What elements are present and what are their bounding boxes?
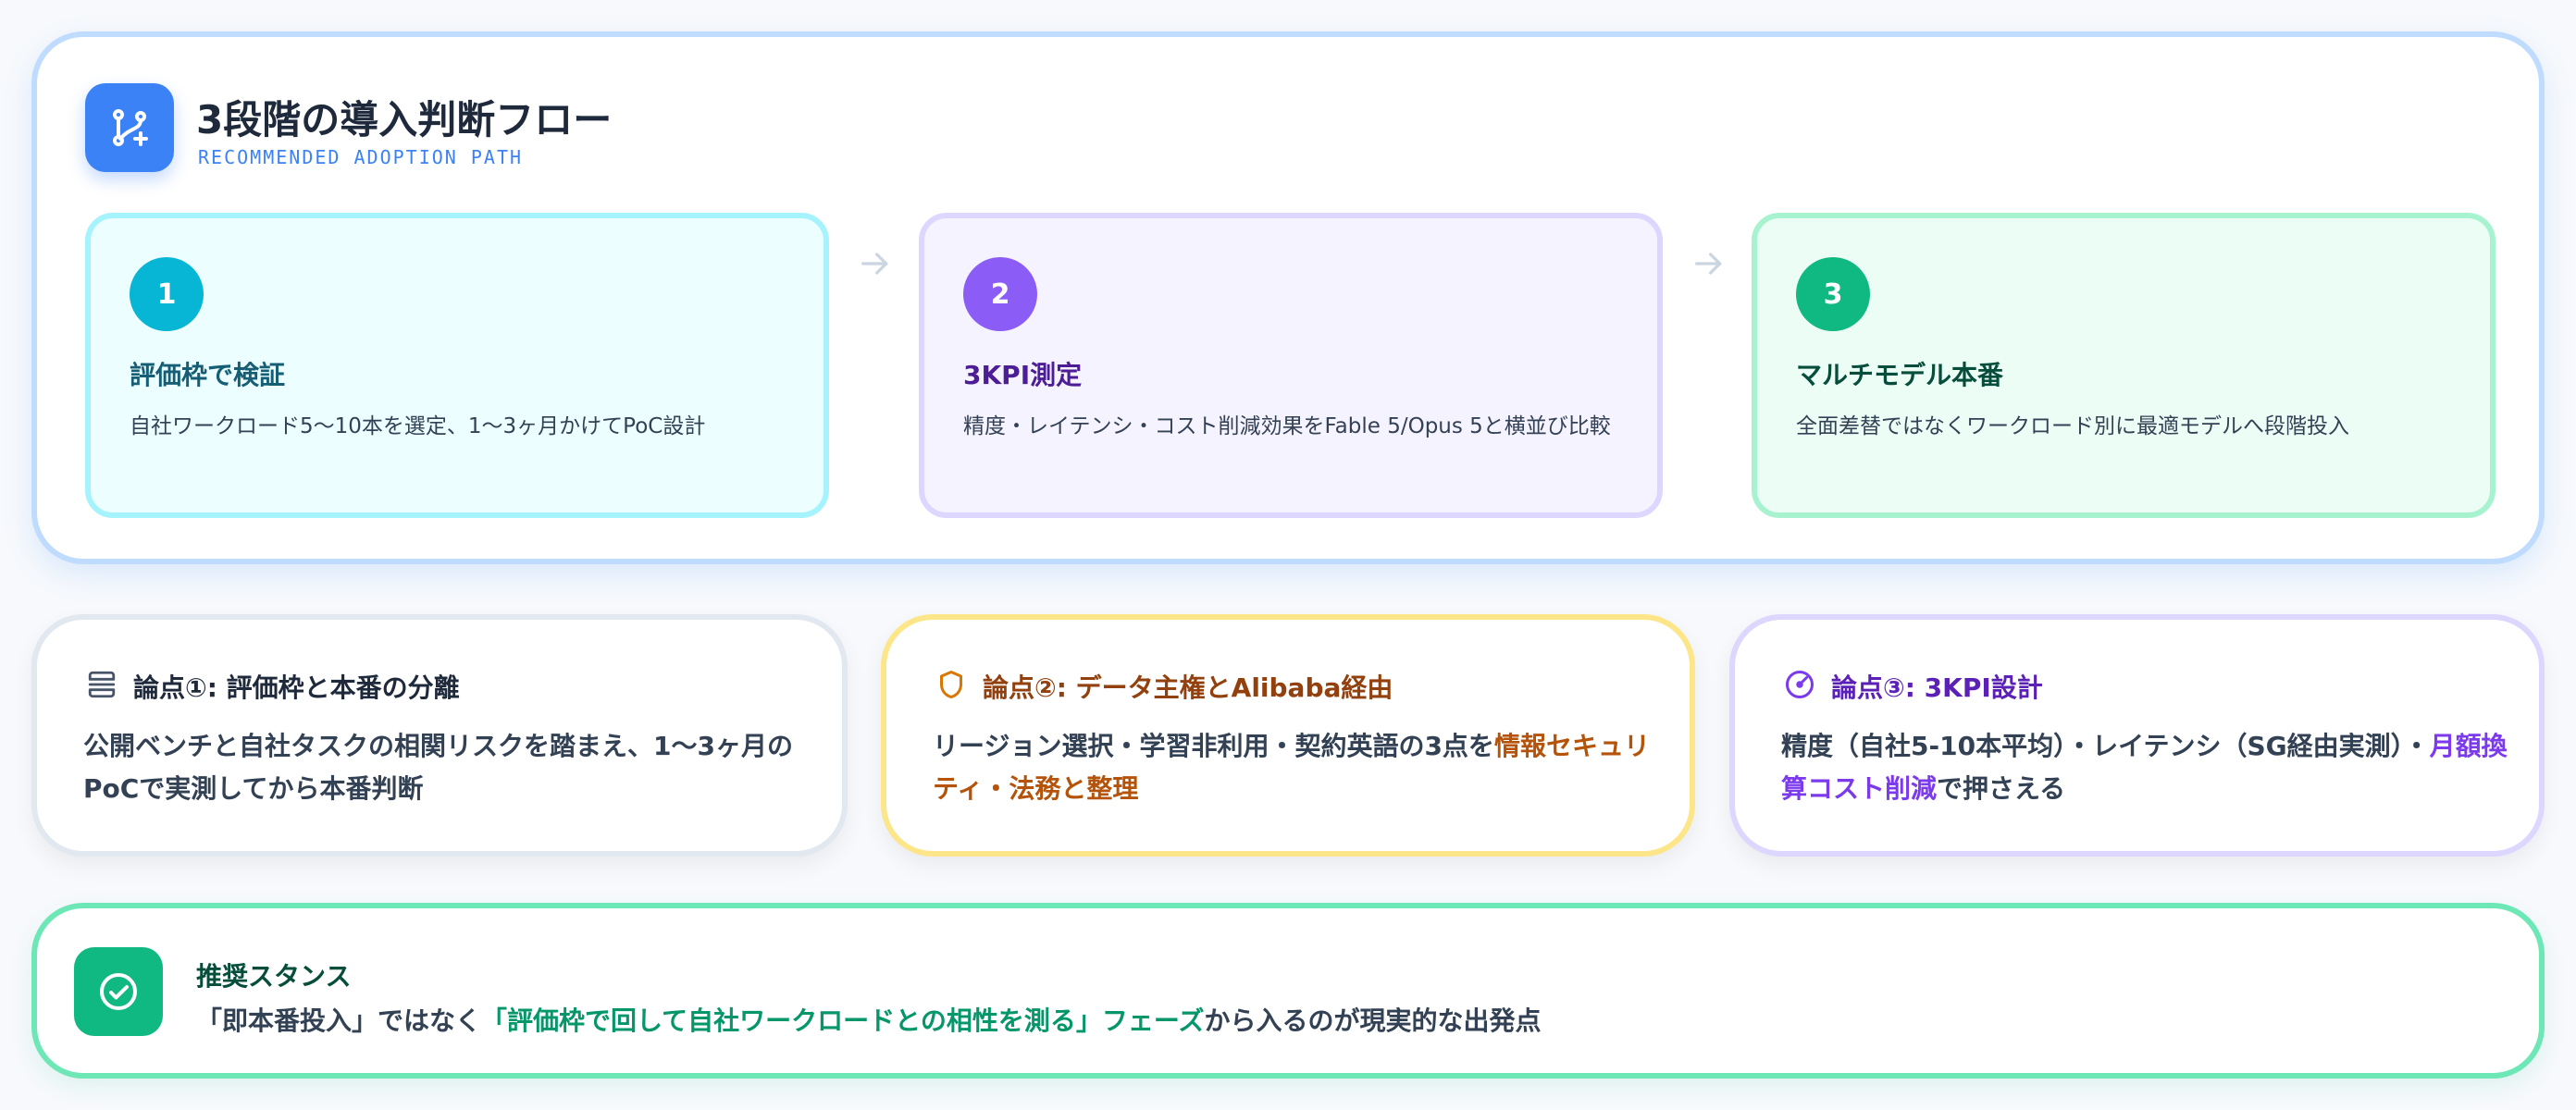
step-title: 3KPI測定	[963, 360, 1083, 390]
point-title: 論点②: データ主権とAlibaba経由	[983, 672, 1393, 703]
step-card-3: 3 マルチモデル本番 全面差替ではなくワークロード別に最適モデルへ段階投入	[1752, 213, 2496, 518]
step-description: 全面差替ではなくワークロード別に最適モデルへ段階投入	[1796, 414, 2349, 438]
point-card-2: 論点②: データ主権とAlibaba経由 リージョン選択・学習非利用・契約英語の…	[881, 614, 1695, 857]
check-circle-icon	[74, 947, 163, 1036]
recommendation-highlight: 「評価枠で回して自社ワークロードとの相性を測る」フェーズ	[481, 1005, 1205, 1036]
point-body: 精度（自社5-10本平均）・レイテンシ（SG経由実測）・月額換算コスト削減で押さ…	[1781, 731, 2508, 804]
recommendation-card: 推奨スタンス 「即本番投入」ではなく「評価枠で回して自社ワークロードとの相性を測…	[31, 903, 2545, 1079]
step-description: 精度・レイテンシ・コスト削減効果をFable 5/Opus 5と横並び比較	[963, 414, 1611, 438]
step-description: 自社ワークロード5〜10本を選定、1〜3ヶ月かけてPoC設計	[130, 414, 706, 438]
step-title: 評価枠で検証	[130, 360, 286, 390]
point-title: 論点③: 3KPI設計	[1831, 672, 2043, 703]
recommendation-title: 推奨スタンス	[196, 961, 352, 992]
step-number-badge: 1	[130, 257, 204, 331]
step-number-badge: 3	[1796, 257, 1870, 331]
arrow-right-icon	[1681, 240, 1737, 287]
flow-title: 3段階の導入判断フロー	[196, 97, 613, 142]
flow-subtitle: RECOMMENDED ADOPTION PATH	[198, 146, 524, 168]
adoption-flow-card: 3段階の導入判断フロー RECOMMENDED ADOPTION PATH 1 …	[31, 31, 2545, 564]
step-number-badge: 2	[963, 257, 1037, 331]
step-card-1: 1 評価枠で検証 自社ワークロード5〜10本を選定、1〜3ヶ月かけてPoC設計	[85, 213, 829, 518]
step-title: マルチモデル本番	[1796, 360, 2004, 390]
step-card-2: 2 3KPI測定 精度・レイテンシ・コスト削減効果をFable 5/Opus 5…	[919, 213, 1663, 518]
git-branch-plus-icon	[85, 83, 174, 172]
point-card-3: 論点③: 3KPI設計 精度（自社5-10本平均）・レイテンシ（SG経由実測）・…	[1729, 614, 2545, 857]
point-body: リージョン選択・学習非利用・契約英語の3点を情報セキュリティ・法務と整理	[933, 731, 1650, 804]
point-card-1: 論点①: 評価枠と本番の分離 公開ベンチと自社タスクの相関リスクを踏まえ、1〜3…	[31, 614, 848, 857]
recommendation-body: 「即本番投入」ではなく「評価枠で回して自社ワークロードとの相性を測る」フェーズか…	[196, 1005, 1542, 1036]
shield-icon	[933, 666, 970, 703]
point-title: 論点①: 評価枠と本番の分離	[133, 672, 460, 703]
separator-icon	[83, 666, 120, 703]
arrow-right-icon	[848, 240, 903, 287]
point-body: 公開ベンチと自社タスクの相関リスクを踏まえ、1〜3ヶ月のPoCで実測してから本番…	[83, 731, 793, 804]
gauge-icon	[1781, 666, 1818, 703]
